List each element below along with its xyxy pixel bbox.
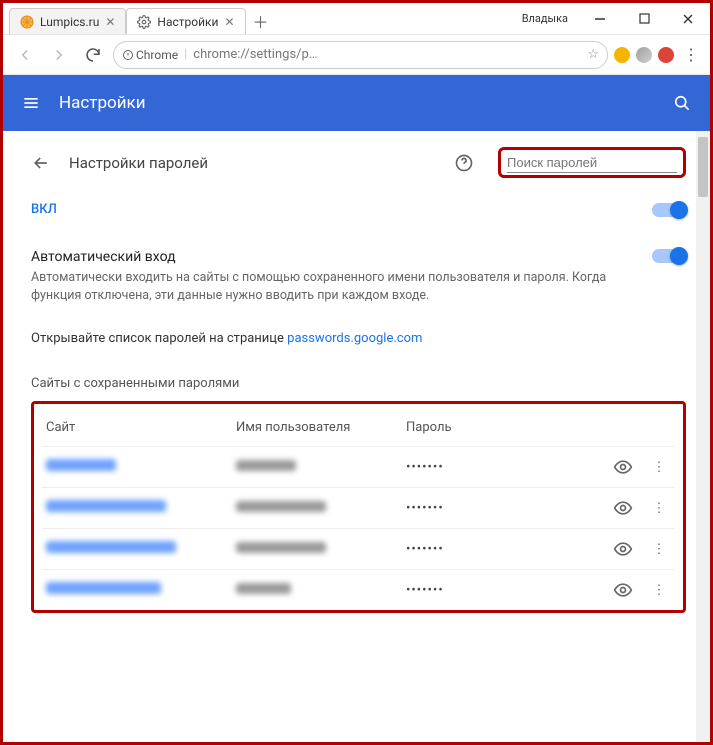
favicon-icon: [20, 15, 34, 29]
scrollbar[interactable]: [696, 131, 710, 742]
col-pass-header: Пароль: [406, 420, 613, 435]
help-icon[interactable]: [454, 153, 478, 173]
tab-strip: Lumpics.ru ✕ Настройки ✕ ＋: [3, 3, 512, 34]
toggle-save-passwords[interactable]: [652, 203, 686, 217]
settings-search-icon[interactable]: [668, 89, 696, 117]
site-info-icon[interactable]: Chrome: [122, 48, 178, 62]
settings-header: Настройки: [3, 75, 710, 131]
extension-icon[interactable]: [636, 47, 652, 63]
reload-button[interactable]: [79, 41, 107, 69]
site-info-label: Chrome: [136, 48, 178, 62]
omnibox[interactable]: Chrome | chrome://settings/p… ☆: [113, 41, 608, 69]
window-close-button[interactable]: [666, 4, 710, 34]
table-row[interactable]: ••••••• ⋮: [42, 446, 675, 487]
password-cell: •••••••: [406, 460, 444, 475]
show-password-icon[interactable]: [613, 457, 647, 477]
back-arrow-icon[interactable]: [31, 153, 55, 173]
show-password-icon[interactable]: [613, 498, 647, 518]
settings-body: Настройки паролей ВКЛ Автоматический вхо…: [3, 131, 710, 742]
page-heading: Настройки паролей: [69, 154, 440, 172]
table-row[interactable]: ••••••• ⋮: [42, 569, 675, 610]
row-menu-icon[interactable]: ⋮: [647, 501, 671, 516]
scrollbar-thumb[interactable]: [698, 137, 708, 197]
user-cell: [236, 501, 326, 512]
autologin-description: Автоматически входить на сайты с помощью…: [31, 269, 652, 305]
url-text: chrome://settings/p…: [193, 47, 581, 62]
bookmark-star-icon[interactable]: ☆: [587, 47, 599, 62]
search-passwords-input[interactable]: [507, 153, 677, 173]
table-row[interactable]: ••••••• ⋮: [42, 528, 675, 569]
saved-sites-label: Сайты с сохраненными паролями: [31, 368, 686, 401]
autologin-title: Автоматический вход: [31, 249, 652, 265]
password-cell: •••••••: [406, 501, 444, 516]
password-cell: •••••••: [406, 583, 444, 598]
table-row[interactable]: ••••••• ⋮: [42, 487, 675, 528]
autologin-row: Автоматический вход Автоматически входит…: [31, 233, 686, 321]
browser-menu-button[interactable]: ⋮: [680, 45, 702, 64]
page-subheader: Настройки паролей: [31, 147, 686, 186]
show-password-icon[interactable]: [613, 580, 647, 600]
nav-back-button[interactable]: [11, 41, 39, 69]
new-tab-button[interactable]: ＋: [250, 10, 272, 32]
site-cell: [46, 582, 161, 594]
col-site-header: Сайт: [46, 420, 236, 435]
toggle-autologin[interactable]: [652, 249, 686, 263]
maximize-button[interactable]: [622, 4, 666, 34]
settings-title: Настройки: [59, 93, 668, 113]
tab-lumpics[interactable]: Lumpics.ru ✕: [9, 8, 126, 34]
toggle-save-passwords-row: ВКЛ: [31, 186, 686, 233]
profile-name[interactable]: Владыка: [512, 12, 578, 25]
window-controls: Владыка: [512, 3, 710, 34]
row-menu-icon[interactable]: ⋮: [647, 542, 671, 557]
password-cell: •••••••: [406, 542, 444, 557]
open-list-prefix: Открывайте список паролей на странице: [31, 331, 287, 346]
open-passwords-text: Открывайте список паролей на странице pa…: [31, 321, 686, 368]
user-cell: [236, 583, 291, 594]
tab-label: Настройки: [157, 15, 218, 29]
nav-forward-button[interactable]: [45, 41, 73, 69]
extension-icon[interactable]: [614, 47, 630, 63]
gear-icon: [137, 15, 151, 29]
col-user-header: Имя пользователя: [236, 420, 406, 435]
address-bar: Chrome | chrome://settings/p… ☆ ⋮: [3, 35, 710, 75]
search-passwords-highlight: [498, 147, 686, 178]
site-cell: [46, 500, 166, 512]
close-tab-icon[interactable]: ✕: [224, 15, 234, 29]
passwords-google-link[interactable]: passwords.google.com: [287, 331, 422, 346]
page-content: Настройки Настройки паролей: [3, 75, 710, 742]
extension-icon[interactable]: [658, 47, 674, 63]
tab-settings[interactable]: Настройки ✕: [126, 8, 245, 34]
minimize-button[interactable]: [578, 4, 622, 34]
row-menu-icon[interactable]: ⋮: [647, 583, 671, 598]
site-cell: [46, 459, 116, 471]
table-header: Сайт Имя пользователя Пароль: [42, 410, 675, 446]
passwords-table-highlight: Сайт Имя пользователя Пароль •••••••⋮•••…: [31, 401, 686, 613]
tab-label: Lumpics.ru: [40, 15, 99, 29]
user-cell: [236, 542, 326, 553]
titlebar: Lumpics.ru ✕ Настройки ✕ ＋ Владыка: [3, 3, 710, 35]
user-cell: [236, 460, 296, 471]
menu-icon[interactable]: [17, 89, 45, 117]
show-password-icon[interactable]: [613, 539, 647, 559]
toggle-on-label: ВКЛ: [31, 202, 652, 217]
row-menu-icon[interactable]: ⋮: [647, 460, 671, 475]
site-cell: [46, 541, 176, 553]
close-tab-icon[interactable]: ✕: [105, 15, 115, 29]
